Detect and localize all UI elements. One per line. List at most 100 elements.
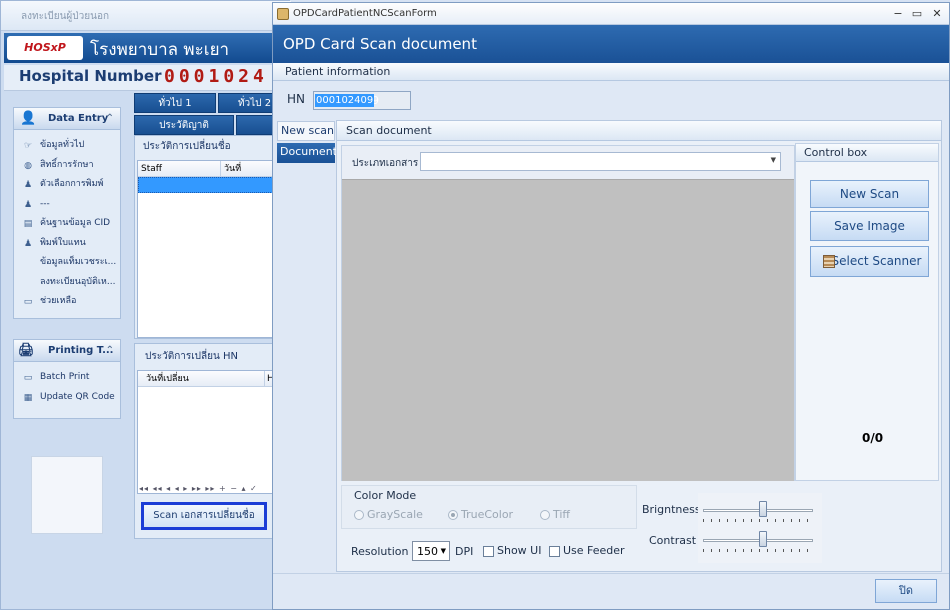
scan-name-change-button[interactable]: Scan เอกสารเปลี่ยนชื่อ xyxy=(141,502,267,530)
card-icon: ▤ xyxy=(23,219,33,229)
collapse-chevron-icon[interactable]: ⌃ xyxy=(106,108,114,130)
hn-history-grid[interactable]: วันที่เปลี่ยน H xyxy=(137,370,290,494)
slider-thumb[interactable] xyxy=(759,531,767,547)
doc-type-dropdown[interactable]: ▼ xyxy=(420,152,781,171)
people-icon: ♟ xyxy=(23,180,33,190)
radio-label: Tiff xyxy=(553,508,571,521)
checkbox-icon xyxy=(483,545,494,557)
color-mode-group: Color Mode GrayScale TrueColor Tiff xyxy=(341,485,637,529)
printing-title: Printing T... xyxy=(48,345,114,356)
data-entry-item[interactable]: ♟ --- xyxy=(14,195,120,215)
globe-icon: ◍ xyxy=(24,160,32,171)
scanner-icon xyxy=(823,255,835,268)
brightness-label: Brigntness xyxy=(642,503,701,516)
blank-icon xyxy=(22,277,34,289)
close-icon[interactable]: ✕ xyxy=(929,6,945,21)
close-button[interactable]: ปิด xyxy=(875,579,937,603)
doc-type-label: ประเภทเอกสาร xyxy=(352,158,419,169)
contrast-slider[interactable] xyxy=(703,531,813,553)
hosxp-logo: HOSxP xyxy=(7,36,83,60)
show-ui-checkbox[interactable]: Show UI xyxy=(483,544,541,557)
dpi-label: DPI xyxy=(455,545,474,558)
data-entry-item-label: ค้นฐานข้อมูล CID xyxy=(40,218,111,228)
new-scan-button[interactable]: New Scan xyxy=(810,180,929,208)
grid-header: Staff วันที่ xyxy=(138,161,289,177)
data-entry-item[interactable]: ♟ พิมพ์ใบแทน xyxy=(14,234,120,254)
data-entry-item[interactable]: ▤ ค้นฐานข้อมูล CID xyxy=(14,214,120,234)
photo-placeholder xyxy=(31,456,103,534)
save-image-button[interactable]: Save Image xyxy=(810,211,929,241)
hospital-number-value: 0001024 xyxy=(164,66,268,87)
resolution-select[interactable]: 150 ▼ xyxy=(412,541,450,561)
tab-relatives[interactable]: ประวัติญาติ xyxy=(134,115,234,135)
resolution-value: 150 xyxy=(417,545,438,558)
grid-navigator[interactable]: ◂◂ ◂◂ ◂ ◂ ▸ ▸▸ ▸▸ + − ▴ ✓ xyxy=(139,484,289,498)
minimize-icon[interactable]: − xyxy=(890,6,906,21)
scan-document-panel: Scan document ประเภทเอกสาร ▼ Control box… xyxy=(336,120,942,572)
control-box-title: Control box xyxy=(796,144,938,162)
printing-header[interactable]: 🖨 Printing T... ⌃ xyxy=(14,340,120,362)
background-window: ลงทะเบียนผู้ป่วยนอก HOSxP โรงพยาบาล พะเย… xyxy=(0,0,291,610)
user-icon: 👤 xyxy=(20,111,37,126)
dialog-titlebar: OPDCardPatientNCScanForm − ▭ ✕ xyxy=(273,3,949,25)
dialog-window-title: OPDCardPatientNCScanForm xyxy=(293,8,437,19)
select-scanner-label: Select Scanner xyxy=(831,254,922,268)
scan-document-title: Scan document xyxy=(337,121,941,141)
printing-panel: 🖨 Printing T... ⌃ ▭ Batch Print ▦ Update QR… xyxy=(13,339,121,419)
data-entry-item[interactable]: ▭ ช่วยเหลือ xyxy=(14,292,120,312)
selected-row[interactable] xyxy=(138,177,289,193)
data-entry-item[interactable]: ลงทะเบียนอุบัติเห... xyxy=(14,273,120,293)
tab-new-scan[interactable]: New scan xyxy=(277,121,335,141)
radio-truecolor[interactable]: TrueColor xyxy=(448,508,513,521)
data-entry-item[interactable]: ♟ ตัวเลือกการพิมพ์ xyxy=(14,175,120,195)
data-entry-item-label: พิมพ์ใบแทน xyxy=(40,237,86,248)
data-entry-item[interactable]: ☞ ข้อมูลทั่วไป xyxy=(14,136,120,156)
qr-icon: ▦ xyxy=(23,392,33,403)
checkbox-label: Use Feeder xyxy=(563,544,625,557)
name-history-grid[interactable]: Staff วันที่ xyxy=(137,160,290,338)
hospital-banner: HOSxP โรงพยาบาล พะเยา xyxy=(4,33,291,63)
radio-grayscale[interactable]: GrayScale xyxy=(354,508,423,521)
hospital-number-bar: Hospital Number 0001024 xyxy=(4,65,291,91)
hn-history-title: ประวัติการเปลี่ยน HN xyxy=(145,351,239,362)
hand-icon: ☞ xyxy=(23,141,33,151)
printing-item[interactable]: ▦ Update QR Code xyxy=(14,388,120,408)
data-entry-title: Data Entry xyxy=(48,113,109,124)
radio-tiff[interactable]: Tiff xyxy=(540,508,570,521)
radio-circle-icon xyxy=(540,510,550,520)
people-icon: ♟ xyxy=(23,238,33,249)
tab-general-1[interactable]: ทั่วไป 1 xyxy=(134,93,216,113)
data-entry-header[interactable]: 👤 Data Entry ⌃ xyxy=(14,108,120,130)
brightness-slider[interactable] xyxy=(703,501,813,523)
control-box: Control box New Scan Save Image Select S… xyxy=(795,143,939,481)
contrast-label: Contrast xyxy=(649,534,697,547)
name-history-title: ประวัติการเปลี่ยนชื่อ xyxy=(143,141,231,152)
collapse-chevron-icon[interactable]: ⌃ xyxy=(106,340,114,362)
tab-document[interactable]: Document xyxy=(277,143,337,163)
printing-item-label: Update QR Code xyxy=(40,391,115,402)
slider-track xyxy=(703,539,813,542)
background-titlebar: ลงทะเบียนผู้ป่วยนอก xyxy=(1,1,291,31)
data-entry-item[interactable]: ◍ สิทธิ์การรักษา xyxy=(14,156,120,176)
printing-list: ▭ Batch Print ▦ Update QR Code xyxy=(14,362,120,407)
page-counter: 0/0 xyxy=(862,431,884,445)
column-header: วันที่ xyxy=(220,161,241,177)
hn-field-selection: 000102409 xyxy=(315,94,375,107)
use-feeder-checkbox[interactable]: Use Feeder xyxy=(549,544,625,557)
hospital-name: โรงพยาบาล พะเยา xyxy=(90,40,230,60)
radio-selected-icon xyxy=(448,510,458,520)
column-header: วันที่เปลี่ยน xyxy=(146,374,189,384)
select-scanner-button[interactable]: Select Scanner xyxy=(810,246,929,277)
data-entry-item[interactable]: ข้อมูลแท็มเวชระเ... xyxy=(14,253,120,273)
slider-thumb[interactable] xyxy=(759,501,767,517)
chevron-down-icon[interactable]: ▼ xyxy=(771,156,776,164)
data-entry-item-label: ลงทะเบียนอุบัติเห... xyxy=(40,276,116,287)
maximize-icon[interactable]: ▭ xyxy=(909,6,925,21)
printing-item[interactable]: ▭ Batch Print xyxy=(14,368,120,388)
slider-ticks xyxy=(703,547,813,553)
chevron-down-icon[interactable]: ▼ xyxy=(441,547,446,555)
dialog-header: OPD Card Scan document xyxy=(273,25,949,63)
data-entry-list: ☞ ข้อมูลทั่วไป ◍ สิทธิ์การรักษา ♟ ตัวเลือกการ… xyxy=(14,130,120,312)
checkbox-icon xyxy=(549,545,560,557)
help-icon: ▭ xyxy=(23,297,33,307)
